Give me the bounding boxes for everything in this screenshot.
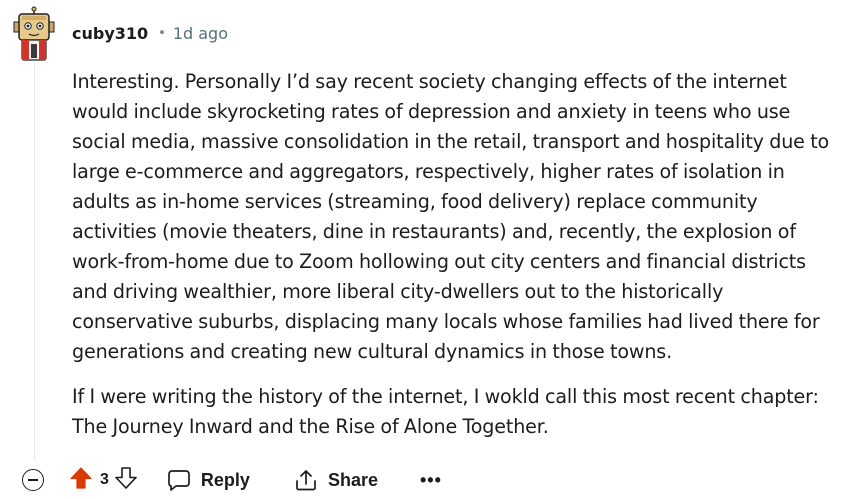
- comment-body: Interesting. Personally I’d say recent s…: [72, 67, 832, 457]
- share-label: Share: [327, 469, 378, 490]
- vote-control: 3: [70, 466, 137, 494]
- comment-action-bar: 3 Reply Share •••: [22, 462, 442, 498]
- more-dots-icon: •••: [419, 469, 442, 490]
- collapse-button[interactable]: [22, 469, 44, 491]
- thread-line: [34, 62, 35, 460]
- upvote-button[interactable]: [70, 466, 92, 494]
- collapse-icon: [28, 479, 38, 481]
- username-link[interactable]: cuby310: [72, 24, 148, 43]
- avatar-icon: [13, 6, 55, 61]
- meta-separator: •: [158, 25, 166, 41]
- vote-count: 3: [100, 471, 109, 488]
- comment-paragraph: If I were writing the history of the int…: [72, 385, 819, 438]
- upvote-arrow-icon: [70, 466, 92, 489]
- share-icon: [296, 470, 316, 491]
- downvote-button[interactable]: [115, 466, 137, 494]
- reply-button[interactable]: Reply: [167, 468, 250, 492]
- downvote-arrow-icon: [115, 466, 137, 489]
- more-options-button[interactable]: •••: [420, 470, 442, 491]
- comment-header: cuby310 • 1d ago: [72, 22, 228, 44]
- reply-label: Reply: [200, 469, 250, 490]
- share-button[interactable]: Share: [294, 468, 378, 492]
- comment-paragraph: Interesting. Personally I’d say recent s…: [72, 70, 830, 363]
- avatar[interactable]: [10, 6, 58, 62]
- comment-bubble-icon: [168, 470, 190, 491]
- comment-timestamp[interactable]: 1d ago: [173, 24, 228, 43]
